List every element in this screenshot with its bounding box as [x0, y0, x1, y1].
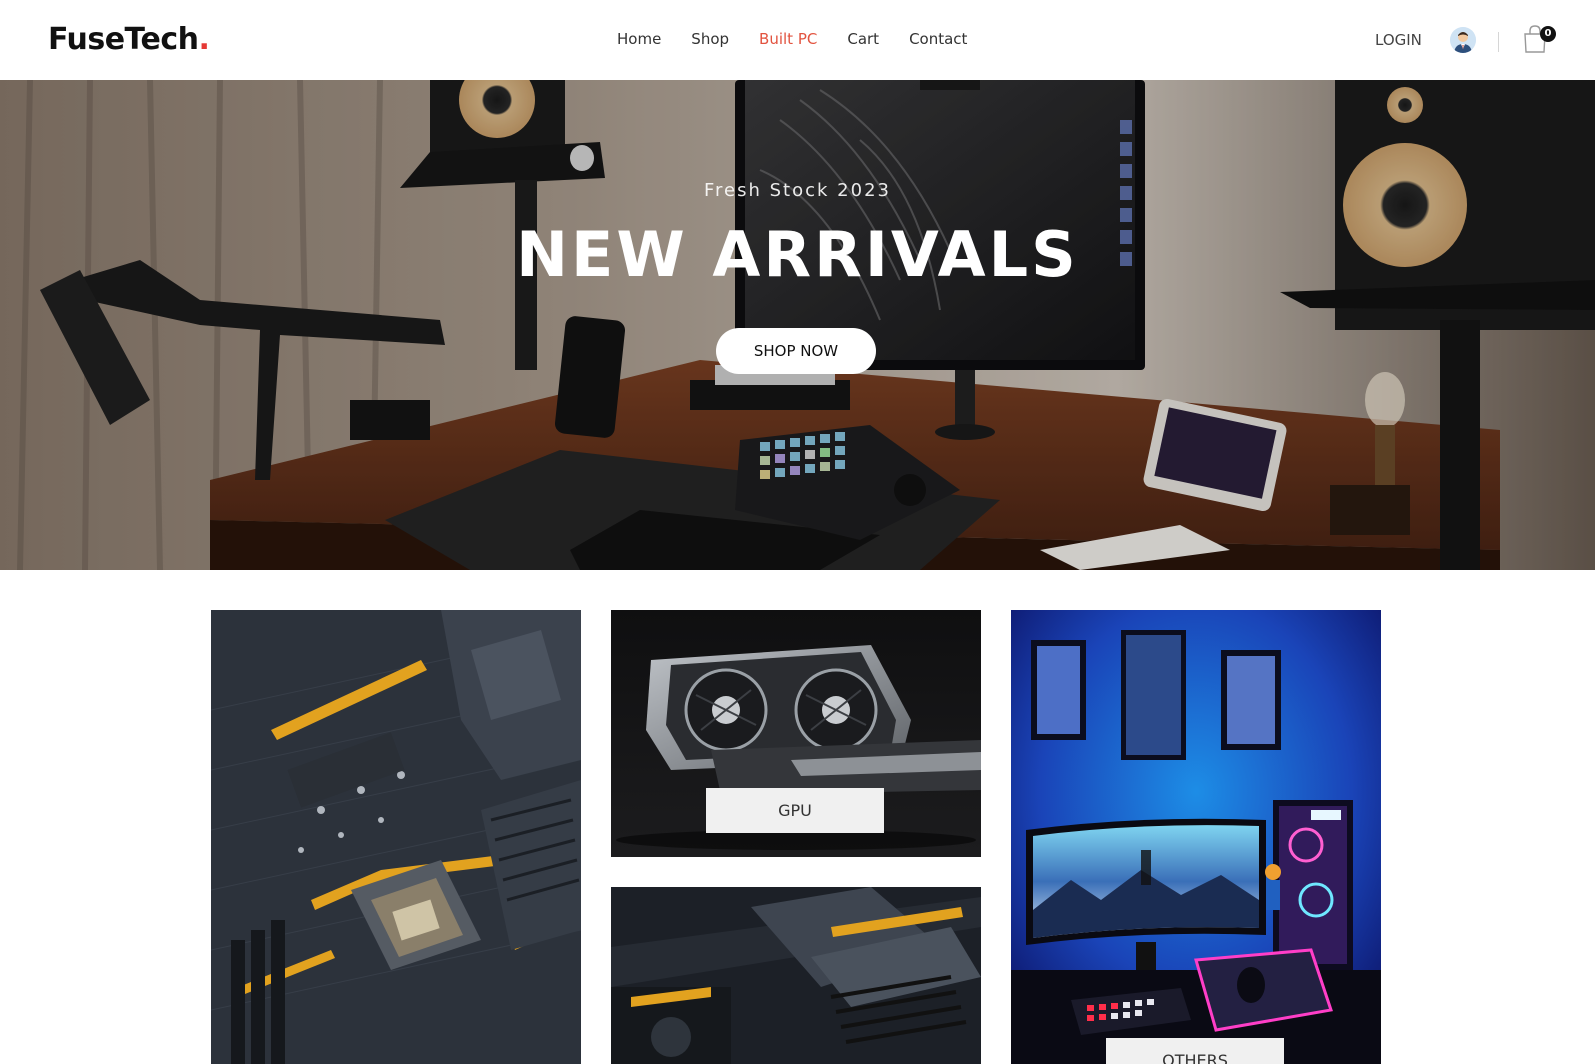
login-link[interactable]: LOGIN: [1375, 31, 1422, 49]
nav-contact[interactable]: Contact: [909, 30, 967, 48]
category-label-gpu[interactable]: GPU: [706, 788, 884, 833]
nav-shop[interactable]: Shop: [691, 30, 729, 48]
rgb-setup-image: [1011, 610, 1381, 1064]
logo-dot: .: [198, 22, 210, 57]
gaming-motherboard-image: [611, 887, 981, 1064]
nav-cart[interactable]: Cart: [847, 30, 879, 48]
category-label-others[interactable]: OTHERS: [1106, 1038, 1284, 1064]
nav-built-pc[interactable]: Built PC: [759, 30, 817, 48]
hero-banner: Fresh Stock 2023 NEW ARRIVALS SHOP NOW: [0, 80, 1595, 570]
main-nav: Home Shop Built PC Cart Contact: [617, 30, 967, 48]
hero-title: NEW ARRIVALS: [516, 218, 1079, 291]
category-card-motherboard[interactable]: [211, 610, 581, 1064]
category-card-gpu[interactable]: GPU: [611, 610, 981, 857]
site-header: FuseTech. Home Shop Built PC Cart Contac…: [0, 0, 1595, 80]
hero-subtitle: Fresh Stock 2023: [704, 180, 891, 201]
logo[interactable]: FuseTech.: [48, 22, 210, 57]
motherboard-image: [211, 610, 581, 1064]
nav-home[interactable]: Home: [617, 30, 661, 48]
shop-now-button[interactable]: SHOP NOW: [716, 328, 876, 374]
user-avatar-icon[interactable]: [1450, 27, 1476, 53]
logo-text: FuseTech: [48, 22, 199, 57]
category-card-others[interactable]: OTHERS: [1011, 610, 1381, 1064]
hero-desk-setup-image: [0, 80, 1595, 570]
category-card-gaming-board[interactable]: [611, 887, 981, 1064]
cart-count-badge: 0: [1540, 26, 1556, 42]
header-divider: [1498, 32, 1499, 52]
